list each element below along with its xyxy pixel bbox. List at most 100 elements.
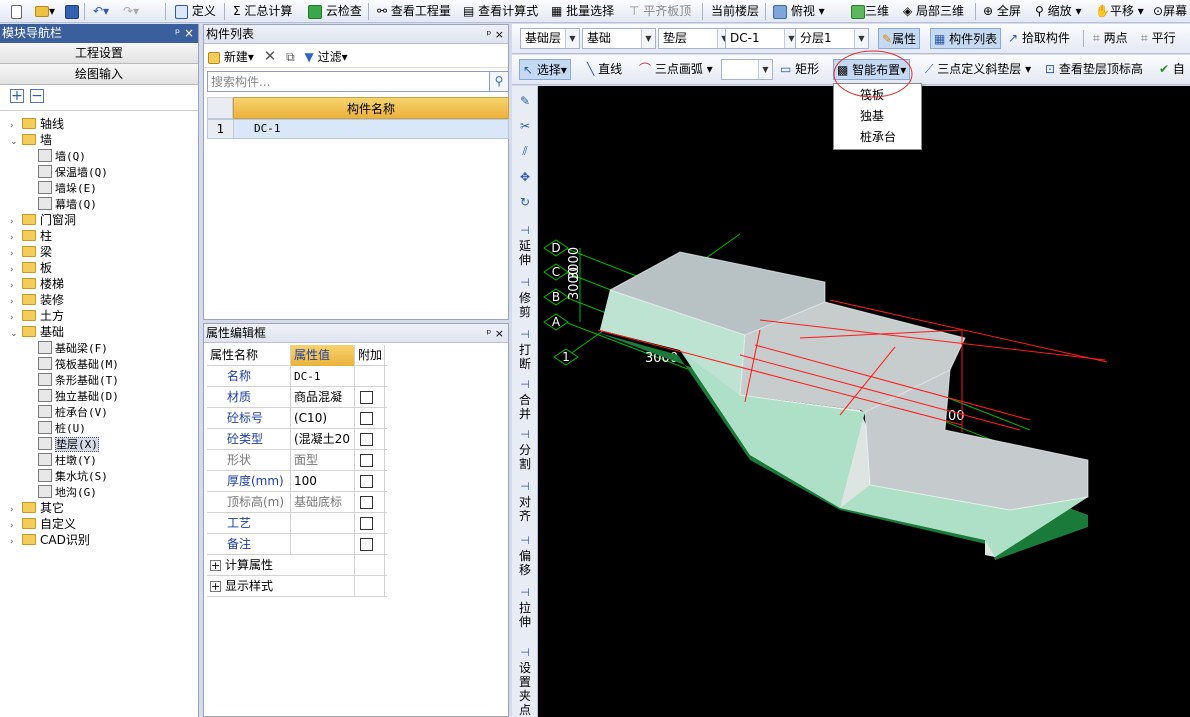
- component-search-input[interactable]: [207, 71, 490, 92]
- tree-item[interactable]: 桩(U): [38, 420, 86, 436]
- attach-checkbox[interactable]: [360, 538, 373, 551]
- arc-button[interactable]: ⌒ 三点画弧 ▾: [636, 59, 716, 80]
- tree-item[interactable]: 筏板基础(M): [38, 356, 119, 372]
- tree-folder[interactable]: › 楼梯: [10, 276, 64, 292]
- property-value-cell[interactable]: DC-1: [291, 366, 355, 387]
- project-settings-button[interactable]: 工程设置: [0, 43, 198, 64]
- component-name-select[interactable]: DC-1 ▼: [725, 28, 799, 49]
- property-row[interactable]: 名称 DC-1: [207, 366, 387, 387]
- property-editor-pin-close[interactable]: ᵖ ×: [487, 324, 504, 343]
- zoom-button[interactable]: ⚲ 缩放 ▾: [1032, 2, 1084, 21]
- menu-item-isolated-footing[interactable]: 独基: [860, 106, 884, 126]
- mirror-icon[interactable]: ⫽: [512, 144, 538, 159]
- pick-component-button[interactable]: ↗ 拾取构件: [1005, 28, 1073, 49]
- parallel-button[interactable]: ⌗ 平行: [1138, 28, 1179, 49]
- tree-item[interactable]: 独立基础(D): [38, 388, 119, 404]
- expand-all-icon[interactable]: +: [10, 89, 24, 103]
- expand-plus-icon[interactable]: +: [210, 581, 221, 592]
- line-button[interactable]: ╲ 直线: [584, 59, 625, 80]
- tree-folder[interactable]: › 柱: [10, 228, 52, 244]
- align-slab-button[interactable]: ⊤ 平齐板顶: [626, 2, 694, 21]
- expand-arrow-icon[interactable]: ›: [10, 534, 20, 550]
- expand-plus-icon[interactable]: +: [210, 560, 221, 571]
- attach-checkbox[interactable]: [360, 475, 373, 488]
- nav-pin-close[interactable]: ᵖ ×: [175, 24, 194, 43]
- summary-calc-button[interactable]: Σ 汇总计算: [230, 2, 295, 21]
- top-view-button[interactable]: 俯视 ▾: [770, 2, 828, 21]
- property-row[interactable]: 工艺: [207, 513, 387, 534]
- batch-select-button[interactable]: ▦ 批量选择: [548, 2, 617, 21]
- property-row[interactable]: + 显示样式: [207, 576, 387, 597]
- undo-icon[interactable]: ↶▾: [90, 2, 112, 21]
- current-floor-button[interactable]: 当前楼层: [708, 2, 762, 21]
- two-point-button[interactable]: ⌗ 两点: [1090, 28, 1131, 49]
- filter-button[interactable]: ▼ 过滤▾: [305, 50, 348, 64]
- tree-folder[interactable]: › CAD识别: [10, 532, 90, 548]
- property-value-cell[interactable]: [291, 513, 355, 534]
- vtool-0[interactable]: ⊣ 延伸: [512, 224, 538, 267]
- collapse-all-icon[interactable]: −: [30, 89, 44, 103]
- menu-item-pile-cap[interactable]: 桩承台: [860, 127, 896, 147]
- property-row[interactable]: 厚度(mm) 100: [207, 471, 387, 492]
- vtool-5[interactable]: ⊣ 对齐: [512, 480, 538, 523]
- vtool-6[interactable]: ⊣ 偏移: [512, 534, 538, 577]
- open-folder-icon[interactable]: ▾: [32, 2, 58, 21]
- search-icon[interactable]: ⚲: [490, 71, 509, 92]
- component-type-select[interactable]: 垫层▼: [658, 28, 732, 49]
- property-value-cell[interactable]: 面型: [291, 450, 355, 471]
- copy-icon[interactable]: ⧉: [286, 50, 295, 64]
- tree-item[interactable]: 集水坑(S): [38, 468, 108, 484]
- tree-folder[interactable]: › 土方: [10, 308, 64, 324]
- tree-item[interactable]: 墙垛(E): [38, 180, 97, 196]
- property-value-cell[interactable]: 商品混凝: [291, 387, 355, 408]
- tree-folder[interactable]: › 其它: [10, 500, 64, 516]
- attach-checkbox[interactable]: [360, 517, 373, 530]
- redo-icon[interactable]: ↷▾: [120, 2, 142, 21]
- tree-item[interactable]: 条形基础(T): [38, 372, 119, 388]
- property-row[interactable]: 材质 商品混凝: [207, 387, 387, 408]
- tree-item[interactable]: 垫层(X): [38, 436, 99, 452]
- vtool-7[interactable]: ⊣ 拉伸: [512, 586, 538, 629]
- screen-button[interactable]: ⊙屏幕: [1150, 2, 1190, 21]
- collapse-arrow-icon[interactable]: ⌄: [10, 134, 20, 150]
- pan-button[interactable]: ✋平移 ▾: [1092, 2, 1147, 21]
- property-value-cell[interactable]: 基础底标: [291, 492, 355, 513]
- fullscreen-button[interactable]: ⊕ 全屏: [980, 2, 1024, 21]
- cloud-check-button[interactable]: 云检查: [305, 2, 365, 21]
- tree-item[interactable]: 墙(Q): [38, 148, 86, 164]
- arc-option-select[interactable]: ▼: [721, 59, 773, 80]
- property-row[interactable]: 形状 面型: [207, 450, 387, 471]
- vtool-4[interactable]: ⊣ 分割: [512, 428, 538, 471]
- view-quantity-button[interactable]: ⚯ 查看工程量: [374, 2, 454, 21]
- move-icon[interactable]: ✥: [512, 170, 538, 185]
- save-icon[interactable]: [62, 2, 82, 21]
- check-top-elev-button[interactable]: ⊡ 查看垫层顶标高: [1042, 59, 1146, 80]
- tree-item[interactable]: 幕墙(Q): [38, 196, 97, 212]
- new-file-icon[interactable]: [8, 2, 25, 21]
- brush-icon[interactable]: ✎: [512, 94, 538, 109]
- tree-folder[interactable]: ⌄ 基础: [10, 324, 64, 340]
- attach-checkbox[interactable]: [360, 454, 373, 467]
- attach-checkbox[interactable]: [360, 496, 373, 509]
- auto-button[interactable]: ✔ 自: [1156, 59, 1188, 80]
- new-component-button[interactable]: 新建▾: [208, 50, 254, 64]
- tree-folder[interactable]: › 板: [10, 260, 52, 276]
- property-row[interactable]: 备注: [207, 534, 387, 555]
- vtool-3[interactable]: ⊣ 合并: [512, 378, 538, 421]
- properties-button[interactable]: ✎属性: [878, 28, 921, 49]
- attach-checkbox[interactable]: [360, 412, 373, 425]
- property-value-cell[interactable]: (C10): [291, 408, 355, 429]
- property-value-cell[interactable]: (混凝土20: [291, 429, 355, 450]
- tree-item[interactable]: 基础梁(F): [38, 340, 108, 356]
- scissors-icon[interactable]: ✂: [512, 119, 538, 134]
- vtool-2[interactable]: ⊣ 打断: [512, 328, 538, 371]
- property-row[interactable]: 砼类型 (混凝土20: [207, 429, 387, 450]
- tree-folder[interactable]: ⌄ 墙: [10, 132, 52, 148]
- component-list-button[interactable]: ▦ 构件列表: [930, 28, 1002, 49]
- vtool-8[interactable]: ⊣ 设置夹点: [512, 646, 538, 717]
- rect-button[interactable]: ▭ 矩形: [777, 59, 822, 80]
- view-formula-button[interactable]: ▤ 查看计算式: [460, 2, 541, 21]
- collapse-arrow-icon[interactable]: ⌄: [10, 326, 20, 342]
- slope-cushion-button[interactable]: ⟋ 三点定义斜垫层 ▾: [922, 59, 1034, 80]
- 3d-view-button[interactable]: 三维: [848, 2, 892, 21]
